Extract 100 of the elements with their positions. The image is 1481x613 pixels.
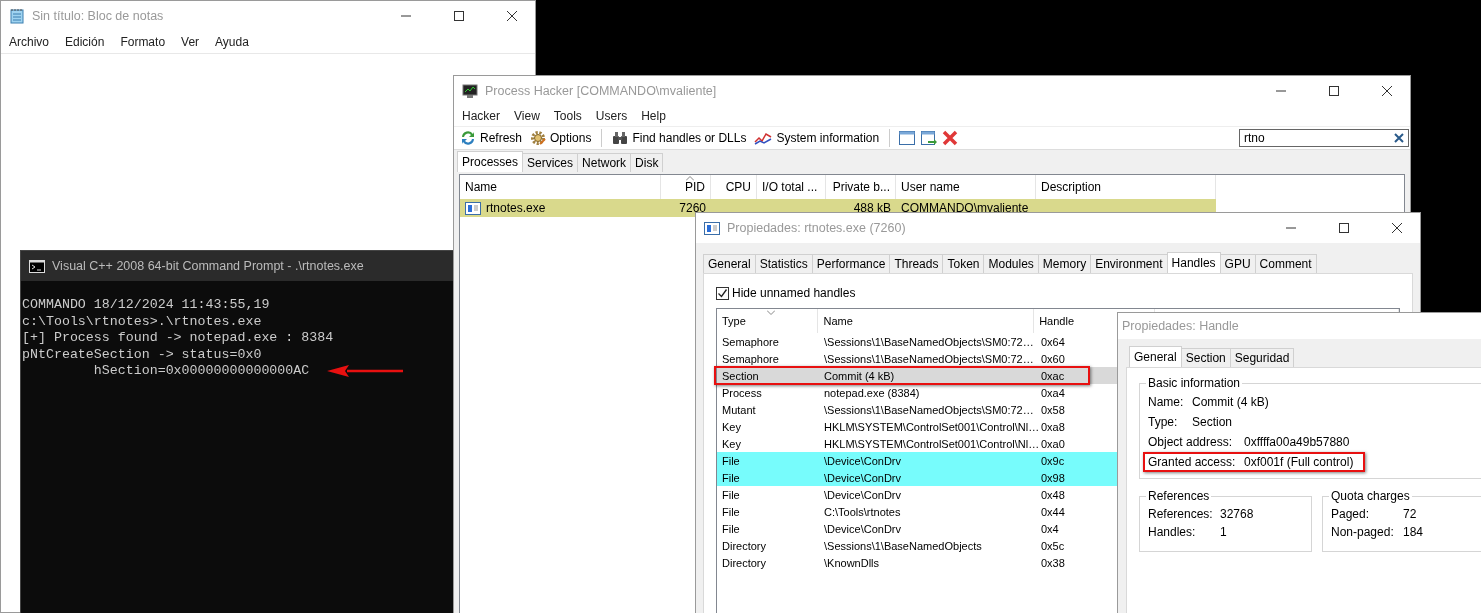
tab[interactable]: Processes bbox=[457, 151, 524, 172]
field-label: Type: bbox=[1148, 415, 1179, 429]
menu-item[interactable]: Ayuda bbox=[215, 35, 249, 49]
toolbar-button[interactable]: System information bbox=[752, 130, 882, 146]
column-header[interactable]: Private b... bbox=[832, 180, 890, 194]
column-header[interactable]: Type bbox=[722, 315, 746, 327]
table-cell: 0x48 bbox=[1041, 488, 1065, 501]
console-line: [+] Process found -> notepad.exe : 8384 bbox=[22, 330, 334, 347]
close-icon bbox=[1382, 86, 1392, 96]
close-icon bbox=[1392, 223, 1402, 233]
toolbar-button[interactable]: Find handles or DLLs bbox=[610, 130, 749, 146]
group-title: Quota charges bbox=[1330, 489, 1411, 503]
tab[interactable]: Disk bbox=[630, 153, 664, 172]
column-header[interactable]: Handle bbox=[1039, 315, 1074, 327]
refresh-icon bbox=[460, 130, 476, 146]
table-cell: \Device\ConDrv bbox=[824, 522, 902, 535]
toolbar-button[interactable]: Options bbox=[528, 130, 594, 146]
table-cell: 0x9c bbox=[1041, 454, 1065, 467]
table-cell: Semaphore bbox=[722, 352, 779, 365]
table-cell: 0x44 bbox=[1041, 505, 1065, 518]
notepad-icon bbox=[9, 8, 25, 24]
tab[interactable]: Memory bbox=[1037, 254, 1092, 273]
column-header[interactable]: User name bbox=[901, 180, 960, 194]
window-title: Sin título: Bloc de notas bbox=[32, 9, 165, 23]
table-cell: \KnownDlls bbox=[824, 556, 880, 569]
table-cell: COMMANDO\mvaliente bbox=[901, 201, 1029, 215]
field-value: 184 bbox=[1403, 525, 1424, 539]
table-cell: Directory bbox=[722, 556, 766, 569]
table-cell: Commit (4 kB) bbox=[824, 369, 895, 382]
field-value: Section bbox=[1192, 415, 1233, 429]
column-header[interactable]: CPU bbox=[725, 180, 751, 194]
table-cell: \Sessions\1\BaseNamedObjects\SM0:72… bbox=[824, 335, 1034, 348]
search-field[interactable]: rtno bbox=[1239, 129, 1409, 147]
field-label: Non-paged: bbox=[1331, 525, 1395, 539]
menu-item[interactable]: Tools bbox=[553, 109, 582, 123]
field-label: Name: bbox=[1148, 395, 1185, 409]
table-cell: Directory bbox=[722, 539, 766, 552]
toolbar-button[interactable]: Refresh bbox=[458, 130, 525, 146]
tab[interactable]: Comment bbox=[1254, 254, 1317, 273]
maximize-icon bbox=[454, 11, 464, 21]
table-cell: \Device\ConDrv bbox=[824, 454, 902, 467]
gear-icon bbox=[530, 130, 547, 146]
field-label: Handles: bbox=[1148, 525, 1197, 539]
column-header[interactable]: Name bbox=[823, 315, 853, 327]
group-title: References bbox=[1147, 489, 1211, 503]
table-cell: 0x64 bbox=[1041, 335, 1065, 348]
clear-icon[interactable] bbox=[1394, 133, 1404, 143]
line-chart-icon bbox=[754, 130, 773, 146]
window-title: Propiedades: rtnotes.exe (7260) bbox=[727, 221, 907, 235]
menu-item[interactable]: Ver bbox=[181, 35, 200, 49]
table-cell: 0x38 bbox=[1041, 556, 1065, 569]
cross-icon[interactable] bbox=[942, 130, 959, 146]
field-label: Object address: bbox=[1148, 435, 1234, 449]
table-cell: File bbox=[722, 471, 740, 484]
console-line: hSection=0x00000000000000AC bbox=[92, 363, 310, 380]
maximize-icon bbox=[1329, 86, 1339, 96]
maximize-icon bbox=[1339, 223, 1349, 233]
tab[interactable]: Handles bbox=[1166, 252, 1221, 273]
menu-item[interactable]: Formato bbox=[120, 35, 166, 49]
table-cell: HKLM\SYSTEM\ControlSet001\Control\Nl… bbox=[824, 420, 1040, 433]
table-cell: File bbox=[722, 454, 740, 467]
menu-item[interactable]: Hacker bbox=[462, 109, 500, 123]
table-cell: Mutant bbox=[722, 403, 756, 416]
console-line: COMMANDO 18/12/2024 11:43:55,19 bbox=[22, 297, 270, 314]
window-icon bbox=[465, 201, 481, 215]
menu-item[interactable]: Users bbox=[595, 109, 628, 123]
table-cell: \Sessions\1\BaseNamedObjects bbox=[824, 539, 982, 552]
table-cell: 0x5c bbox=[1041, 539, 1065, 552]
table-cell: 0x60 bbox=[1041, 352, 1065, 365]
window-icon bbox=[704, 221, 720, 235]
column-header[interactable]: I/O total ... bbox=[762, 180, 818, 194]
table-cell: 0xa0 bbox=[1041, 437, 1065, 450]
binoculars-icon bbox=[612, 130, 629, 146]
menu-item[interactable]: Archivo bbox=[9, 35, 49, 49]
tab[interactable]: General bbox=[703, 254, 756, 273]
table-cell: 0xac bbox=[1041, 369, 1065, 382]
column-header[interactable]: Name bbox=[465, 180, 497, 194]
window-title: Process Hacker [COMMANDO\mvaliente] bbox=[485, 84, 718, 98]
column-header[interactable]: PID bbox=[685, 180, 705, 194]
table-cell: File bbox=[722, 522, 740, 535]
table-cell: Key bbox=[722, 420, 741, 433]
menu-item[interactable]: Edición bbox=[65, 35, 105, 49]
checkbox[interactable]: Hide unnamed handles bbox=[716, 284, 1400, 302]
console-icon bbox=[29, 259, 45, 273]
window-icon[interactable] bbox=[898, 130, 917, 146]
monitor-icon bbox=[462, 83, 478, 99]
column-header[interactable]: Description bbox=[1041, 180, 1102, 194]
field-value: 72 bbox=[1403, 507, 1417, 521]
tab[interactable]: Seguridad bbox=[1229, 348, 1295, 367]
table-cell: 0xa8 bbox=[1041, 420, 1065, 433]
table-cell: \Sessions\1\BaseNamedObjects\SM0:72… bbox=[824, 403, 1034, 416]
tab[interactable]: General bbox=[1129, 346, 1182, 367]
field-label: Granted access: bbox=[1148, 455, 1237, 469]
menu-item[interactable]: View bbox=[514, 109, 540, 123]
table-cell: \Sessions\1\BaseNamedObjects\SM0:72… bbox=[824, 352, 1034, 365]
table-cell: File bbox=[722, 488, 740, 501]
menu-item[interactable]: Help bbox=[641, 109, 666, 123]
window-title: Visual C++ 2008 64-bit Command Prompt - .\rtnotes.exe bbox=[52, 259, 365, 273]
table-cell: \Device\ConDrv bbox=[824, 471, 902, 484]
table-cell: 7260 bbox=[679, 201, 706, 215]
